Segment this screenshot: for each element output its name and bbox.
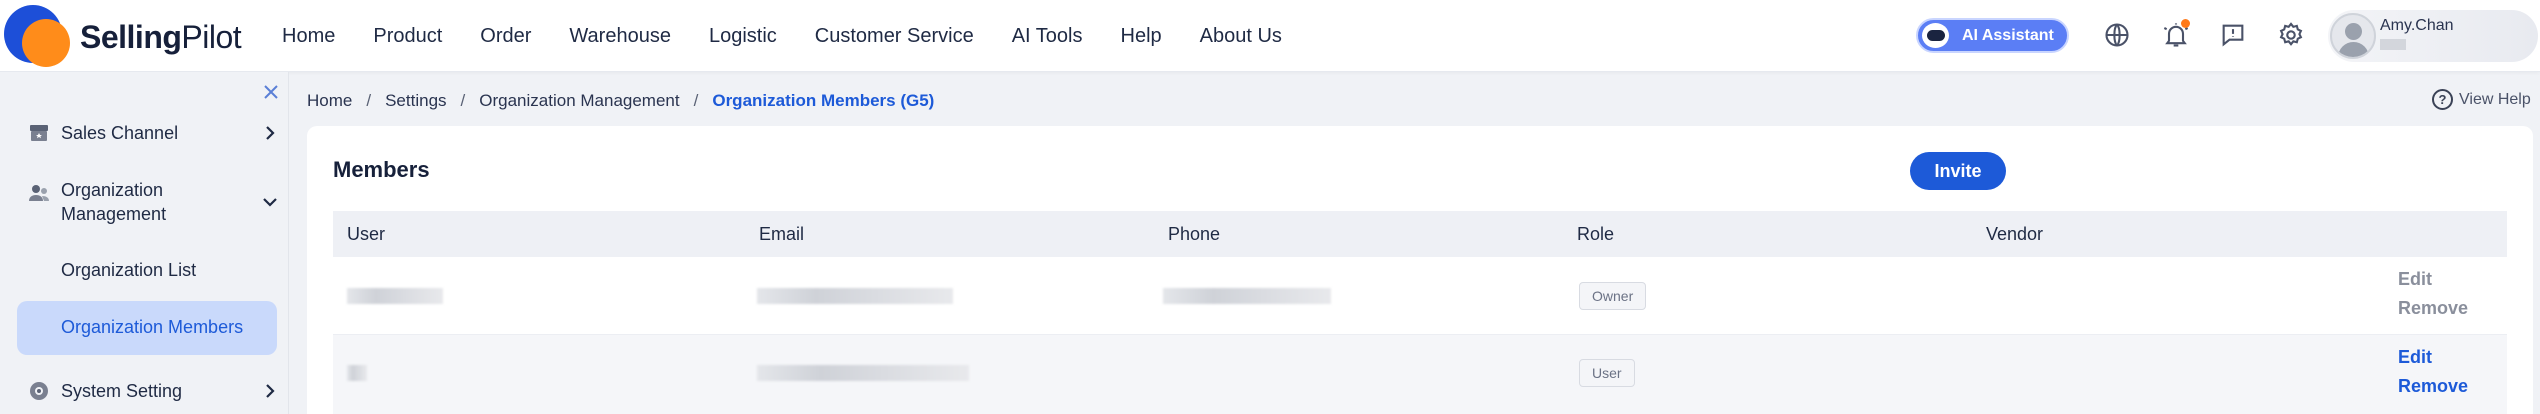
- sidebar-subitem-organization-members[interactable]: Organization Members: [17, 301, 277, 355]
- user-menu[interactable]: Amy.Chan: [2328, 10, 2538, 62]
- main-nav: Home Product Order Warehouse Logistic Cu…: [282, 0, 1320, 72]
- view-help-label: View Help: [2459, 90, 2531, 108]
- top-bar: SellingPilot Home Product Order Warehous…: [0, 0, 2540, 72]
- store-icon: [30, 125, 48, 141]
- breadcrumb-current: Organization Members (G5): [712, 91, 935, 110]
- gear-icon[interactable]: [2273, 17, 2309, 53]
- column-header-email: Email: [759, 224, 805, 244]
- nav-help[interactable]: Help: [1121, 25, 1162, 48]
- nav-product[interactable]: Product: [373, 25, 442, 48]
- remove-button[interactable]: Remove: [2398, 376, 2468, 397]
- column-header-vendor: Vendor: [1986, 224, 2044, 244]
- edit-button[interactable]: Edit: [2398, 269, 2432, 290]
- sidebar-subitem-organization-list[interactable]: Organization List: [61, 260, 196, 281]
- nav-ai-tools[interactable]: AI Tools: [1012, 25, 1083, 48]
- sidebar-item-label: Organization Management: [61, 180, 167, 224]
- question-icon: ?: [2432, 89, 2453, 110]
- view-help-link[interactable]: ? View Help: [2432, 89, 2531, 110]
- email-redacted: [757, 288, 953, 304]
- nav-home[interactable]: Home: [282, 25, 335, 48]
- table-row[interactable]: User Edit Remove: [333, 335, 2507, 414]
- remove-button[interactable]: Remove: [2398, 298, 2468, 319]
- column-header-user: User: [347, 224, 386, 244]
- logo-mark-orange: [22, 19, 70, 67]
- breadcrumb-organization-management[interactable]: Organization Management: [479, 91, 679, 111]
- breadcrumb-separator: /: [460, 91, 466, 110]
- nav-order[interactable]: Order: [480, 25, 531, 48]
- members-card: Members Invite User Email Phone Role Ven…: [307, 126, 2533, 414]
- ai-assistant-button[interactable]: AI Assistant: [1916, 18, 2069, 53]
- avatar: [2330, 13, 2376, 59]
- nav-logistic[interactable]: Logistic: [709, 25, 777, 48]
- sidebar-item-label: System Setting: [61, 381, 183, 401]
- breadcrumb: Home / Settings / Organization Managemen…: [307, 91, 934, 111]
- robot-icon: [1922, 23, 1949, 48]
- brand-logo[interactable]: SellingPilot: [4, 5, 254, 67]
- globe-icon[interactable]: [2099, 17, 2135, 53]
- column-header-phone: Phone: [1168, 224, 1221, 244]
- user-redacted: [347, 365, 367, 381]
- user-name: Amy.Chan: [2380, 17, 2454, 34]
- people-icon: [29, 185, 49, 201]
- invite-button[interactable]: Invite: [1910, 152, 2006, 190]
- breadcrumb-home[interactable]: Home: [307, 91, 352, 111]
- notification-dot: [2181, 19, 2190, 28]
- chevron-right-icon: [266, 384, 275, 398]
- edit-button[interactable]: Edit: [2398, 347, 2432, 368]
- table-row[interactable]: Owner Edit Remove: [333, 257, 2507, 335]
- column-header-role: Role: [1577, 224, 1615, 244]
- nav-customer-service[interactable]: Customer Service: [815, 25, 974, 48]
- bell-icon[interactable]: [2158, 17, 2194, 53]
- table-header: User Email Phone Role Vendor: [333, 211, 2507, 257]
- sidebar-item-system-setting[interactable]: System Setting: [0, 376, 289, 406]
- breadcrumb-settings[interactable]: Settings: [385, 91, 446, 111]
- chevron-right-icon: [266, 126, 275, 140]
- nav-warehouse[interactable]: Warehouse: [569, 25, 671, 48]
- breadcrumb-separator: /: [693, 91, 699, 110]
- role-badge: User: [1579, 359, 1635, 387]
- sidebar-item-sales-channel[interactable]: Sales Channel: [0, 118, 289, 148]
- gear-icon: [30, 382, 48, 400]
- ai-assistant-label: AI Assistant: [1962, 26, 2054, 44]
- nav-about-us[interactable]: About Us: [1200, 25, 1282, 48]
- feedback-icon[interactable]: [2215, 17, 2251, 53]
- chevron-down-icon: [263, 198, 277, 207]
- close-sidebar-icon[interactable]: [261, 82, 281, 102]
- page-title: Members: [333, 157, 430, 182]
- brand-name: SellingPilot: [80, 19, 242, 55]
- sidebar-item-organization-management[interactable]: Organization Management: [0, 178, 289, 230]
- email-redacted: [757, 365, 969, 381]
- user-subtitle-redacted: [2380, 39, 2406, 50]
- user-redacted: [347, 288, 443, 304]
- breadcrumb-separator: /: [366, 91, 372, 110]
- sidebar-item-label: Sales Channel: [61, 123, 179, 143]
- role-badge: Owner: [1579, 282, 1647, 310]
- phone-redacted: [1163, 288, 1331, 304]
